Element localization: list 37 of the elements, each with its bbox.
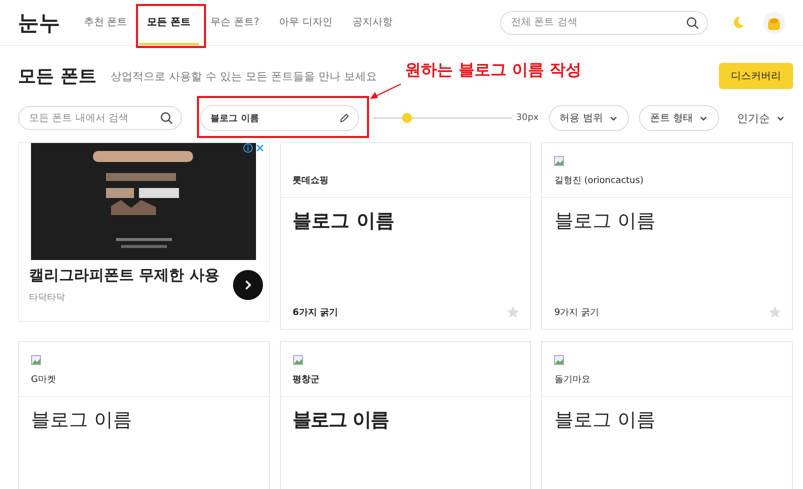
font-card[interactable]: G마켓 블로그 이름 [18,341,270,489]
preview-text-field[interactable]: 블로그 이름 [200,105,359,131]
font-sample: 블로그 이름 [30,408,134,433]
font-author: 길형진 (orioncactus) [554,175,644,187]
font-author: 돌기마요 [554,374,592,386]
filter-dropdown[interactable]: 폰트 형태 [638,105,719,131]
font-author: 롯데쇼핑 [292,175,330,187]
nav-tab[interactable]: 공지사항 [344,0,400,44]
font-sample: 블로그 이름 [553,408,656,433]
ad-card[interactable]: 캘리그라피폰트 무제한 사용 타닥타닥 [18,142,270,322]
ad-title[interactable]: 캘리그라피폰트 무제한 사용 [29,266,233,285]
font-author: G마켓 [31,374,57,386]
font-card[interactable]: 돌기마요 블로그 이름 [541,341,793,489]
nav-tab[interactable]: 추천 폰트 [76,0,136,44]
nav-tab[interactable]: 아무 디자인 [271,0,340,44]
discovery-button[interactable]: 디스커버리 [719,63,793,89]
weight-count: 6가지 굵기 [292,306,338,318]
search-field[interactable]: 전체 폰트 검색 [500,10,708,34]
font-card[interactable]: 롯데쇼핑 블로그 이름 6가지 굵기 [280,142,532,330]
font-search-field[interactable]: 모든 폰트 내에서 검색 [18,106,182,130]
annotation-text: 원하는 블로그 이름 작성 [405,60,582,81]
size-reading: 30px [516,113,539,123]
page-subtitle: 상업적으로 사용할 수 있는 모든 폰트들을 만나 보세요 [110,68,377,84]
weight-count: 9가지 굵기 [554,306,599,318]
font-sample: 블로그 이름 [553,209,656,234]
nav-tab[interactable]: 무슨 폰트? [202,0,268,44]
font-sample: 블로그 이름 [292,408,390,433]
font-card[interactable]: 길형진 (orioncactus) 블로그 이름 9가지 굵기 [541,142,793,330]
font-author: 평창군 [292,374,321,386]
font-sample: 블로그 이름 [292,209,396,234]
sort-dropdown[interactable]: 인기순 [731,110,791,126]
font-card[interactable]: 평창군 블로그 이름 [280,341,532,489]
filter-dropdown[interactable]: 허용 범위 [548,105,629,131]
ad-advertiser: 타닥타닥 [29,292,66,304]
page-title: 모든 폰트 [18,65,96,88]
nav-tab[interactable]: 모든 폰트 [139,0,199,44]
logo[interactable]: 눈누 [18,8,60,36]
